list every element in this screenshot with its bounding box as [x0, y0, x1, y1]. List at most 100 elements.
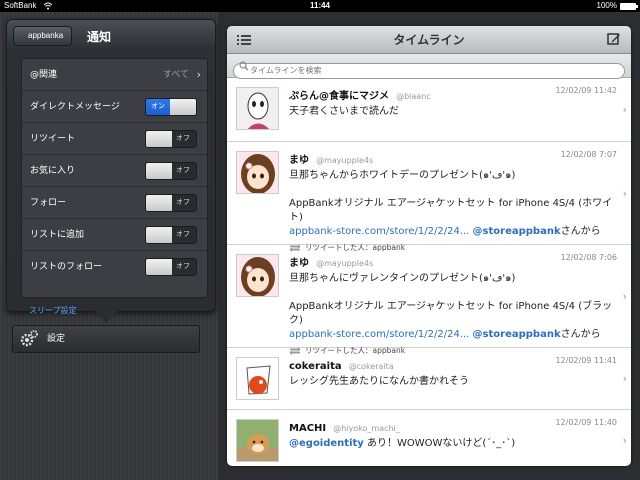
tweet-text: 旦那ちゃんにヴァレンタインのプレゼント(๑'ڡ'๑) AppBankオリジナル …: [289, 272, 621, 342]
tweet-mention[interactable]: @egoidentity: [289, 438, 364, 449]
avatar[interactable]: [236, 357, 279, 400]
tweet-item[interactable]: まゆ @mayupple4s 旦那ちゃんにヴァレンタインのプレゼント(๑'ڡ'๑…: [227, 245, 631, 355]
toggle-list-follow[interactable]: オフ: [145, 258, 197, 276]
tweet-item[interactable]: ぷらん@食事にマジメ @blaanc 天子君くさいまで読んだ 12/02/09 …: [227, 78, 631, 142]
tweet-time: 12/02/08 7:07: [560, 150, 617, 159]
back-button[interactable]: appbanka: [13, 26, 73, 46]
battery-percent: 100%: [596, 1, 617, 10]
tweet-line: 旦那ちゃんからホワイトデーのプレゼント(๑'ڡ'๑): [289, 170, 516, 181]
notification-popover: appbanka 通知 @関連 すべて › ダイレクトメッセージ オン リツイー…: [6, 19, 216, 315]
tweet-name: まゆ: [289, 258, 309, 269]
avatar[interactable]: [236, 254, 279, 297]
search-input[interactable]: [233, 62, 625, 79]
toggle-follow[interactable]: オフ: [145, 194, 197, 212]
avatar-image: [237, 358, 278, 399]
tweet-text-body: あり！WOWOWないけど(´･_･`): [363, 438, 516, 449]
battery-status: 100%: [596, 0, 638, 12]
tweet-body: まゆ @mayupple4s 旦那ちゃんからホワイトデーのプレゼント(๑'ڡ'๑…: [289, 148, 621, 253]
tweet-line: AppBankオリジナル エアージャケットセット for iPhone 4S/4…: [289, 301, 613, 326]
tweet-mention[interactable]: @storeappbank: [473, 226, 561, 237]
chevron-right-icon: ›: [622, 186, 627, 200]
gear-icon: [20, 330, 38, 347]
chevron-right-icon: ›: [622, 433, 627, 447]
tweet-time: 12/02/09 11:40: [555, 418, 617, 427]
avatar-image: [237, 255, 278, 296]
toggle-label: オフ: [176, 167, 190, 174]
toggle-direct-message[interactable]: オン: [145, 98, 197, 116]
tweet-time: 12/02/09 11:42: [555, 86, 617, 95]
tweet-item[interactable]: MACHI @hiyoko_machi_ @egoidentity あり！WOW…: [227, 410, 631, 466]
avatar-image: [237, 152, 278, 193]
tweet-time: 12/02/08 7:06: [560, 253, 617, 262]
row-retweet: リツイート オフ: [22, 123, 207, 155]
search-icon: [239, 61, 249, 71]
avatar[interactable]: [236, 419, 279, 462]
toggle-retweet[interactable]: オフ: [145, 130, 197, 148]
row-label: フォロー: [30, 198, 67, 208]
toggle-label: オフ: [176, 135, 190, 142]
popover-header: appbanka 通知: [7, 20, 215, 52]
toggle-knob: [146, 259, 172, 275]
toggle-favorite[interactable]: オフ: [145, 162, 197, 180]
tweet-mention[interactable]: @storeappbank: [473, 329, 561, 340]
tweet-line: 旦那ちゃんにヴァレンタインのプレゼント(๑'ڡ'๑): [289, 273, 516, 284]
toggle-knob: [146, 195, 172, 211]
avatar-image: [237, 420, 278, 461]
avatar-image: [237, 88, 278, 129]
row-value: すべて: [162, 70, 189, 80]
tweet-handle: @cokeraita: [348, 362, 394, 371]
tweet-text: @egoidentity あり！WOWOWないけど(´･_･`): [289, 437, 621, 451]
battery-icon: [620, 2, 638, 10]
timeline-header: タイムライン: [227, 26, 631, 54]
tweet-link[interactable]: appbank-store.com/store/1/2/2/24...: [289, 329, 469, 340]
chevron-right-icon: ›: [196, 68, 201, 81]
toggle-label: オフ: [176, 231, 190, 238]
sleep-settings-link[interactable]: スリープ設定: [29, 305, 77, 316]
timeline-panel: タイムライン ぷらん@食事にマジメ @blaanc: [227, 26, 631, 466]
tweet-name: まゆ: [289, 155, 309, 166]
chevron-right-icon: ›: [622, 372, 627, 385]
tweet-name: cokeraita: [289, 361, 342, 372]
tweet-item[interactable]: まゆ @mayupple4s 旦那ちゃんからホワイトデーのプレゼント(๑'ڡ'๑…: [227, 142, 631, 252]
tweet-line: appbank-store.com/store/1/2/2/24... @sto…: [289, 328, 621, 342]
popover-title: 通知: [87, 30, 112, 44]
notification-settings-list: @関連 すべて › ダイレクトメッセージ オン リツイート オフ お気に入り オ…: [21, 58, 208, 298]
toggle-knob: [146, 227, 172, 243]
tweet-line: AppBankオリジナル エアージャケットセット for iPhone 4S/4…: [289, 198, 613, 223]
avatar[interactable]: [236, 87, 279, 130]
settings-label: 設定: [47, 334, 66, 344]
tweet-text: レッシグ先生あたりになんか書かれそう: [289, 376, 469, 387]
tweet-name: ぷらん@食事にマジメ: [289, 91, 389, 102]
tweet-line: appbank-store.com/store/1/2/2/24... @sto…: [289, 225, 621, 239]
toggle-label: オフ: [176, 199, 190, 206]
tweet-text: 旦那ちゃんからホワイトデーのプレゼント(๑'ڡ'๑) AppBankオリジナル …: [289, 169, 621, 239]
compose-icon[interactable]: [607, 32, 621, 46]
tweet-suffix: さんから: [560, 226, 601, 237]
row-favorite: お気に入り オフ: [22, 155, 207, 187]
row-label: リツイート: [30, 134, 76, 144]
toggle-label: オフ: [176, 263, 190, 270]
row-list-follow: リストのフォロー オフ: [22, 251, 207, 283]
avatar[interactable]: [236, 151, 279, 194]
settings-button[interactable]: 設定: [12, 325, 200, 353]
row-label: お気に入り: [30, 166, 76, 176]
toggle-knob: [146, 131, 172, 147]
row-list-add: リストに追加 オフ: [22, 219, 207, 251]
tweet-handle: @mayupple4s: [316, 156, 374, 165]
tweet-link[interactable]: appbank-store.com/store/1/2/2/24...: [289, 226, 469, 237]
clock: 11:44: [309, 1, 331, 10]
row-mentions[interactable]: @関連 すべて ›: [22, 59, 207, 91]
row-label: リストのフォロー: [30, 262, 103, 272]
row-label: リストに追加: [30, 230, 85, 240]
tweet-handle: @hiyoko_machi_: [333, 424, 400, 433]
tweet-handle: @mayupple4s: [316, 259, 374, 268]
row-label: ダイレクトメッセージ: [30, 102, 120, 112]
search-bar: [227, 54, 631, 79]
chevron-right-icon: ›: [622, 289, 627, 303]
tweet-item[interactable]: cokeraita @cokeraita レッシグ先生あたりになんか書かれそう …: [227, 348, 631, 410]
tweet-handle: @blaanc: [396, 92, 431, 101]
toggle-list-add[interactable]: オフ: [145, 226, 197, 244]
toggle-knob: [170, 99, 196, 115]
popover-arrow: [94, 311, 118, 323]
tweet-time: 12/02/09 11:41: [555, 356, 617, 365]
